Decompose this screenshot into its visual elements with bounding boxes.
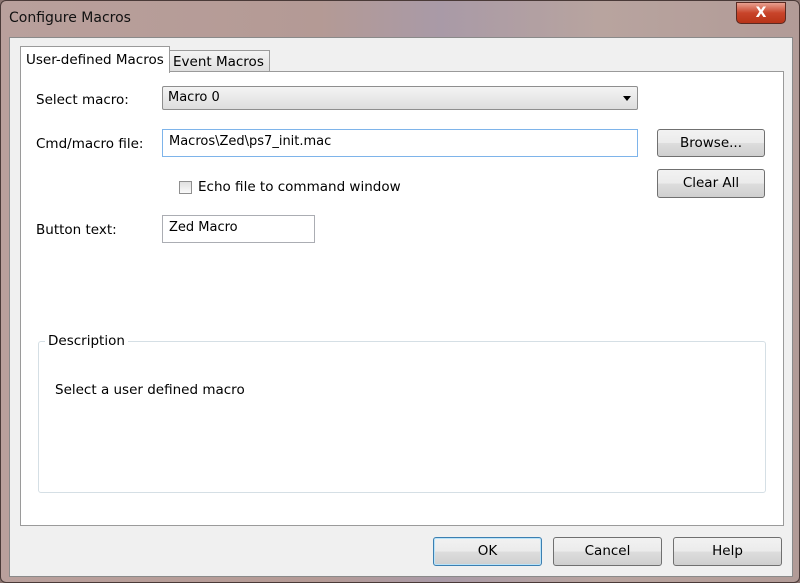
dialog-client: User-defined Macros Event Macros Select …: [9, 37, 793, 577]
close-button[interactable]: X: [736, 2, 786, 24]
window-title: Configure Macros: [9, 10, 131, 26]
clear-all-button[interactable]: Clear All: [657, 169, 765, 198]
cmd-file-input[interactable]: Macros\Zed\ps7_init.mac: [162, 129, 638, 157]
echo-checkbox[interactable]: [179, 181, 192, 194]
description-group: Description Select a user defined macro: [38, 333, 766, 493]
tab-panel: Select macro: Macro 0 Cmd/macro file: Ma…: [20, 71, 784, 526]
ok-button[interactable]: OK: [433, 537, 542, 566]
select-macro-value: Macro 0: [168, 90, 220, 105]
help-button[interactable]: Help: [673, 537, 782, 566]
cmd-file-label: Cmd/macro file:: [36, 136, 144, 152]
echo-label[interactable]: Echo file to command window: [198, 179, 401, 195]
description-title: Description: [45, 333, 128, 349]
select-macro-label: Select macro:: [36, 92, 129, 108]
browse-button[interactable]: Browse...: [657, 129, 765, 157]
description-text: Select a user defined macro: [55, 382, 245, 398]
select-macro-dropdown[interactable]: Macro 0: [162, 86, 638, 110]
button-text-label: Button text:: [36, 222, 117, 238]
dialog-window: Configure Macros X User-defined Macros E…: [0, 0, 800, 583]
chevron-down-icon: [623, 96, 631, 101]
cancel-button[interactable]: Cancel: [553, 537, 662, 566]
tab-user-defined-macros[interactable]: User-defined Macros: [20, 46, 170, 73]
button-text-input[interactable]: Zed Macro: [162, 215, 315, 243]
